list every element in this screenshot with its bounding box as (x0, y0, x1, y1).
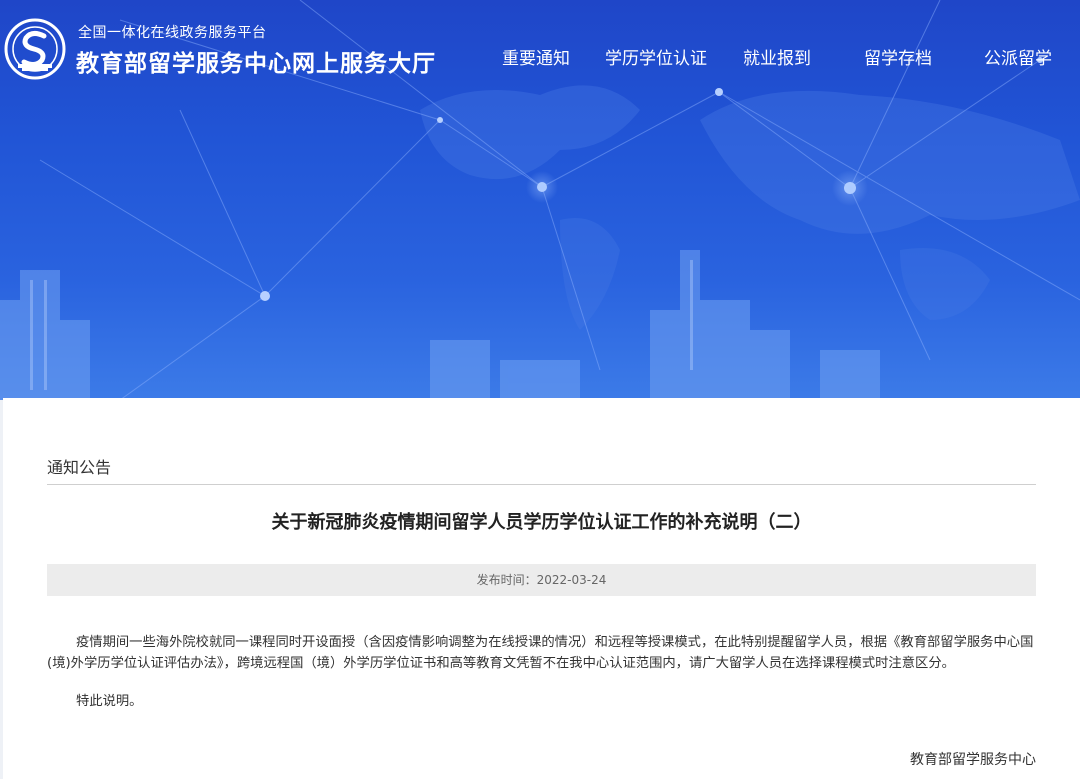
nav-item-employment-registration[interactable]: 就业报到 (743, 44, 811, 69)
publish-label: 发布时间： (476, 573, 537, 587)
article-closing: 特此说明。 (76, 694, 143, 709)
article-signature: 教育部留学服务中心 (910, 752, 1036, 768)
nav-item-degree-certification[interactable]: 学历学位认证 (605, 44, 707, 69)
site-header: 全国一体化在线政务服务平台 教育部留学服务中心网上服务大厅 重要通知 学历学位认… (0, 0, 1080, 100)
publish-info-bar: 发布时间：2022-03-24 (47, 564, 1036, 596)
nav-item-government-sponsored-study[interactable]: 公派留学 (984, 44, 1052, 69)
publish-date: 2022-03-24 (536, 573, 607, 587)
article-body: 疫情期间一些海外院校就同一课程同时开设面授（含因疫情影响调整为在线授课的情况）和… (47, 632, 1039, 712)
section-label[interactable]: 通知公告 (47, 454, 111, 478)
article-paragraph: 疫情期间一些海外院校就同一课程同时开设面授（含因疫情影响调整为在线授课的情况）和… (47, 635, 1034, 671)
main-nav: 重要通知 学历学位认证 就业报到 留学存档 公派留学 (0, 44, 1080, 69)
platform-subtitle: 全国一体化在线政务服务平台 (78, 25, 267, 41)
section-divider (47, 484, 1036, 485)
article-title: 关于新冠肺炎疫情期间留学人员学历学位认证工作的补充说明（二） (271, 512, 812, 533)
nav-item-important-notices[interactable]: 重要通知 (502, 44, 570, 69)
article-card: 通知公告 关于新冠肺炎疫情期间留学人员学历学位认证工作的补充说明（二） 发布时间… (3, 398, 1080, 779)
nav-item-study-abroad-archive[interactable]: 留学存档 (864, 44, 932, 69)
